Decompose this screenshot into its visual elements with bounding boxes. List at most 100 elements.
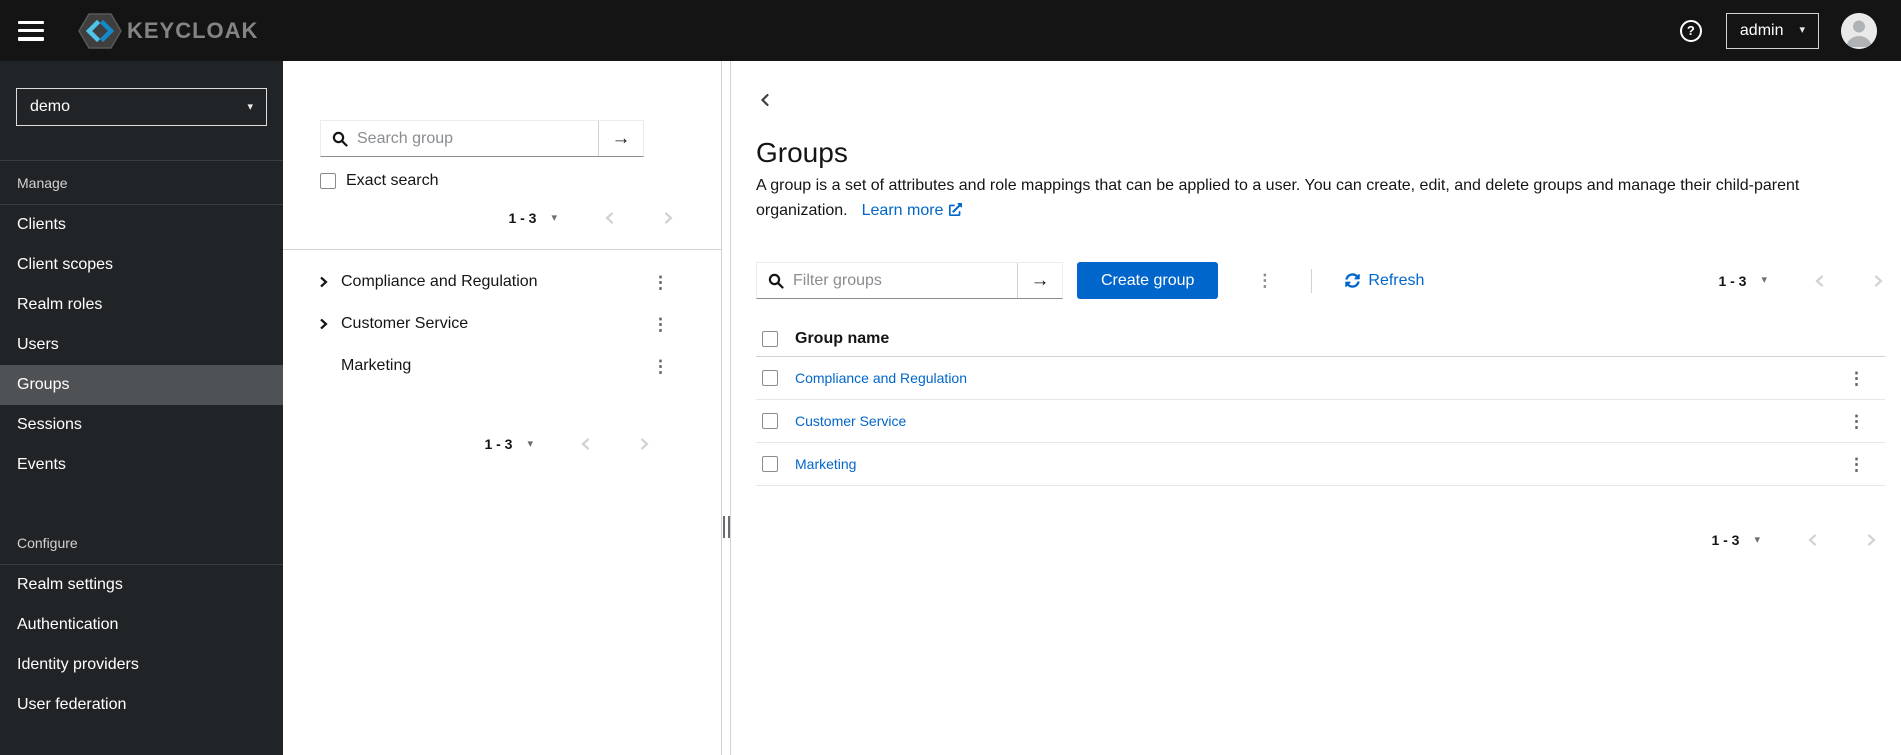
sidebar-item-users[interactable]: Users [0,325,283,365]
tree-item-label[interactable]: Compliance and Regulation [341,273,648,291]
expand-chevron-icon[interactable] [316,316,341,332]
exact-search-checkbox[interactable] [320,173,336,189]
table-row: Customer Service ⋮ [756,400,1885,443]
search-icon [332,131,348,147]
pagination-range[interactable]: 1 - 3 [1718,273,1746,289]
help-icon[interactable]: ? [1679,19,1702,42]
sidebar-item-user-federation[interactable]: User federation [0,685,283,725]
page-title: Groups [756,137,848,168]
tree-pagination-bottom: 1 - 3 ▾ [283,426,651,462]
row-checkbox[interactable] [762,456,778,472]
pagination-range[interactable]: 1 - 3 [484,436,512,452]
chevron-down-icon: ▾ [1799,24,1805,36]
sidebar-item-clients[interactable]: Clients [0,205,283,245]
sidebar-item-client-scopes[interactable]: Client scopes [0,245,283,285]
sidebar-item-sessions[interactable]: Sessions [0,405,283,445]
sidebar-item-events[interactable]: Events [0,445,283,485]
collapse-panel-chevron-icon[interactable] [756,92,774,108]
masthead-actions: ? admin ▾ [1679,12,1877,49]
kebab-menu-icon[interactable]: ⋮ [648,314,673,335]
select-all-checkbox[interactable] [762,331,778,347]
toolbar-kebab-menu-icon[interactable]: ⋮ [1252,270,1277,291]
create-group-button[interactable]: Create group [1077,262,1219,299]
nav-section-manage: Manage [17,175,68,191]
pagination-next-button[interactable] [1865,532,1878,548]
kebab-menu-icon[interactable]: ⋮ [1844,411,1869,432]
table-pagination-top: 1 - 3 ▾ [1718,263,1885,299]
refresh-icon [1345,273,1361,288]
row-checkbox[interactable] [762,413,778,429]
kebab-menu-icon[interactable]: ⋮ [648,272,673,293]
filter-groups-input[interactable] [757,263,1017,298]
pagination-next-button[interactable] [638,436,651,452]
chevron-down-icon: ▾ [247,100,253,113]
sidebar-item-realm-settings[interactable]: Realm settings [0,565,283,605]
filter-groups: → [756,262,1063,299]
group-search-input[interactable] [321,121,598,156]
pagination-next-button[interactable] [662,210,675,226]
pagination-range[interactable]: 1 - 3 [1711,532,1739,548]
drag-grip-icon [723,516,730,538]
group-link[interactable]: Customer Service [795,413,906,429]
tree-item-label[interactable]: Customer Service [341,315,648,333]
chevron-down-icon[interactable]: ▾ [551,212,557,224]
group-tree: Compliance and Regulation ⋮ Customer Ser… [283,261,721,387]
groups-table: Group name Compliance and Regulation ⋮ C… [756,322,1885,486]
avatar[interactable] [1841,12,1877,49]
learn-more-link[interactable]: Learn more [862,202,963,219]
masthead: KEYCLOAK ? admin ▾ [0,0,1901,61]
brand-text: KEYCLOAK [127,17,259,43]
group-link[interactable]: Marketing [795,456,856,472]
chevron-down-icon[interactable]: ▾ [1761,275,1767,286]
main-panel: Groups A group is a set of attributes an… [731,61,1901,755]
search-icon [768,273,784,289]
learn-more-label: Learn more [861,202,944,219]
hamburger-menu-icon[interactable] [18,20,44,41]
external-link-icon [949,203,963,216]
tree-item-label[interactable]: Marketing [341,357,648,375]
realm-selector-value: demo [30,98,71,115]
user-menu-dropdown[interactable]: admin ▾ [1725,12,1819,49]
tree-pagination-top: 1 - 3 ▾ [283,200,675,236]
sidebar-item-realm-roles[interactable]: Realm roles [0,285,283,325]
chevron-down-icon[interactable]: ▾ [527,438,533,450]
pagination-range[interactable]: 1 - 3 [508,210,536,226]
tree-item: Compliance and Regulation ⋮ [283,261,721,303]
pagination-prev-button[interactable] [1806,532,1819,548]
refresh-button[interactable]: Refresh [1345,272,1424,290]
chevron-down-icon[interactable]: ▾ [1754,534,1760,546]
sidebar-item-groups[interactable]: Groups [0,365,283,405]
keycloak-hexagon-icon [78,12,122,49]
kebab-menu-icon[interactable]: ⋮ [648,356,673,377]
pagination-prev-button[interactable] [579,436,592,452]
exact-search-control: Exact search [320,170,684,192]
tree-item: Customer Service ⋮ [283,303,721,345]
groups-toolbar: → Create group ⋮ Refresh 1 - 3 ▾ [756,262,1885,299]
group-search: → [320,120,644,157]
groups-tree-panel: → Exact search 1 - 3 ▾ Compliance and Re… [283,61,722,755]
sidebar-item-authentication[interactable]: Authentication [0,605,283,645]
filter-submit-button[interactable]: → [1017,263,1062,298]
expand-chevron-icon[interactable] [316,274,341,290]
pagination-next-button[interactable] [1872,273,1885,289]
kebab-menu-icon[interactable]: ⋮ [1844,368,1869,389]
group-link[interactable]: Compliance and Regulation [795,370,967,386]
sidebar: demo ▾ Manage Clients Client scopes Real… [0,61,283,755]
keycloak-logo: KEYCLOAK [78,12,258,50]
kebab-menu-icon[interactable]: ⋮ [1844,454,1869,475]
toolbar-divider [1311,268,1313,293]
nav-section-configure: Configure [17,535,78,551]
divider [283,249,721,250]
exact-search-label: Exact search [346,172,439,189]
page-description: A group is a set of attributes and role … [756,173,1885,223]
realm-selector[interactable]: demo ▾ [16,88,267,126]
pagination-prev-button[interactable] [1813,273,1826,289]
row-checkbox[interactable] [762,370,778,386]
refresh-label: Refresh [1368,271,1425,289]
table-row: Compliance and Regulation ⋮ [756,357,1885,400]
pagination-prev-button[interactable] [603,210,616,226]
sidebar-item-identity-providers[interactable]: Identity providers [0,645,283,685]
table-header-row: Group name [756,322,1885,357]
search-submit-button[interactable]: → [598,121,643,156]
panel-resize-handle[interactable] [722,61,731,755]
